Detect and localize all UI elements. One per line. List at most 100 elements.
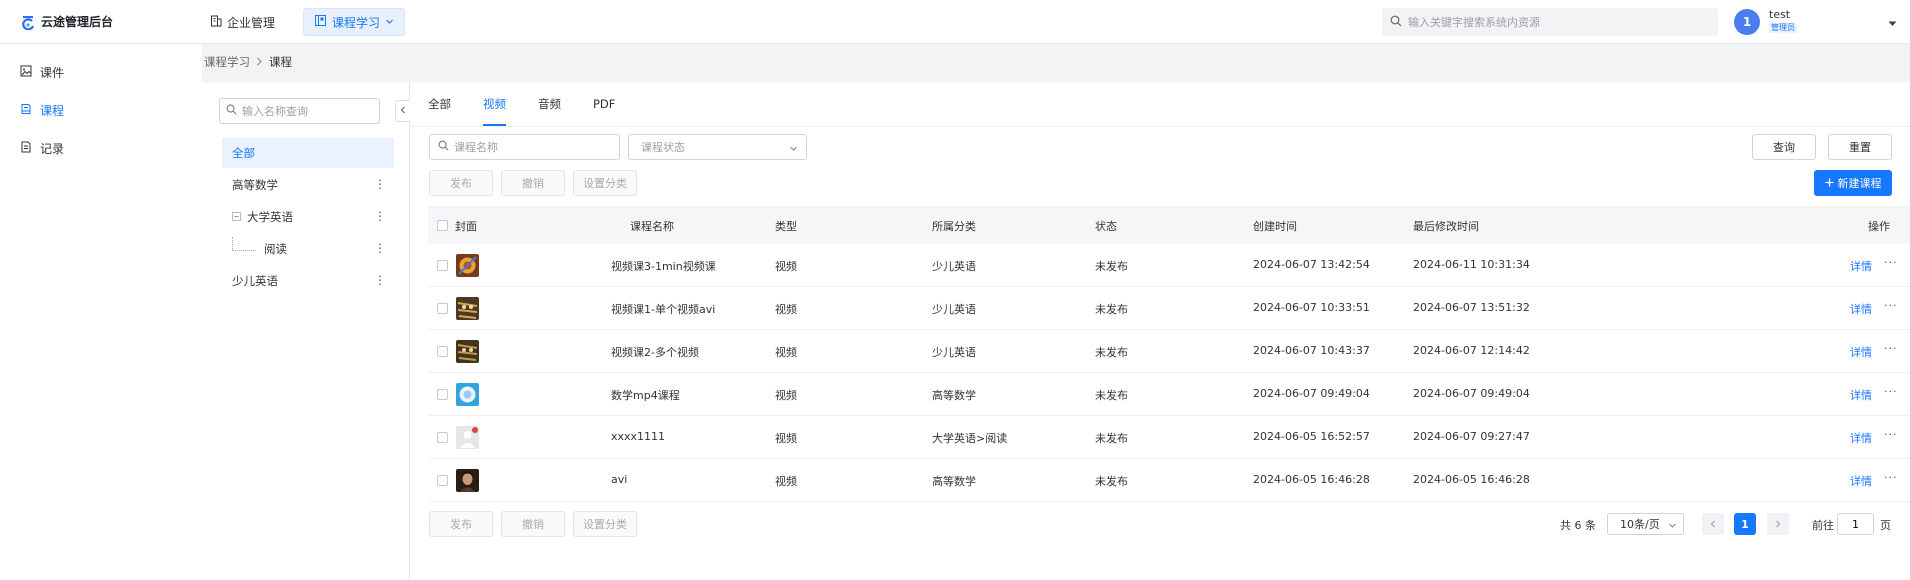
tabs-divider: [410, 126, 1910, 127]
topnav-enterprise[interactable]: 企业管理: [200, 8, 285, 36]
page-number-button[interactable]: 1: [1734, 513, 1756, 535]
cover-thumbnail: [456, 469, 479, 492]
more-actions-icon[interactable]: ···: [1884, 256, 1898, 269]
collapse-panel-button[interactable]: [395, 100, 411, 122]
detail-link[interactable]: 详情: [1850, 301, 1872, 317]
course-name: 视频课1-单个视频avi: [611, 303, 716, 316]
detail-link[interactable]: 详情: [1850, 344, 1872, 360]
sidebar-item-course[interactable]: 课程: [0, 92, 202, 128]
table-row[interactable]: 视频课1-单个视频avi 视频 少儿英语 未发布 2024-06-07 10:3…: [428, 287, 1910, 330]
table-row[interactable]: 视频课2-多个视频 视频 少儿英语 未发布 2024-06-07 10:43:3…: [428, 330, 1910, 373]
breadcrumb-parent[interactable]: 课程学习: [204, 54, 250, 70]
search-icon: [226, 104, 237, 118]
row-checkbox[interactable]: [437, 432, 448, 443]
course-status: 未发布: [1095, 389, 1128, 402]
row-checkbox[interactable]: [437, 389, 448, 400]
tree-item-all[interactable]: 全部: [222, 138, 394, 168]
tree-item-college-english[interactable]: 大学英语 ⋮: [222, 202, 394, 232]
more-vertical-icon[interactable]: ⋮: [374, 210, 386, 222]
course-type: 视频: [775, 303, 797, 316]
publish-button[interactable]: 发布: [429, 170, 493, 196]
category-search-input[interactable]: [242, 104, 372, 118]
course-status-placeholder: 课程状态: [641, 141, 685, 154]
sidebar-item-records[interactable]: 记录: [0, 130, 202, 166]
reset-button[interactable]: 重置: [1828, 134, 1892, 160]
cover-thumbnail: [456, 383, 479, 406]
course-name: 视频课2-多个视频: [611, 346, 699, 359]
category-search[interactable]: [219, 98, 380, 124]
more-vertical-icon[interactable]: ⋮: [374, 242, 386, 254]
more-vertical-icon[interactable]: ⋮: [374, 274, 386, 286]
topnav-course-study-label: 课程学习: [332, 15, 381, 30]
cover-thumbnail: [456, 340, 479, 363]
chevron-left-icon: [400, 106, 406, 117]
row-checkbox[interactable]: [437, 303, 448, 314]
tab-all[interactable]: 全部: [428, 82, 451, 126]
avatar[interactable]: 1: [1734, 9, 1760, 35]
table-row[interactable]: 数学mp4课程 视频 高等数学 未发布 2024-06-07 09:49:04 …: [428, 373, 1910, 416]
topnav-course-study[interactable]: 课程学习: [303, 8, 406, 36]
app-logo[interactable]: 云途管理后台: [20, 13, 113, 30]
course-type: 视频: [775, 260, 797, 273]
tree-item-label: 阅读: [264, 242, 287, 256]
caret-down-icon[interactable]: [1888, 16, 1897, 30]
course-name-filter[interactable]: [429, 134, 620, 160]
row-checkbox[interactable]: [437, 346, 448, 357]
detail-link[interactable]: 详情: [1850, 473, 1872, 489]
table-row[interactable]: xxxx1111 视频 大学英语>阅读 未发布 2024-06-05 16:52…: [428, 416, 1910, 459]
revoke-button-bottom[interactable]: 撤销: [501, 511, 565, 537]
goto-page-input[interactable]: [1837, 513, 1874, 535]
created-time: 2024-06-07 09:49:04: [1253, 387, 1370, 400]
more-actions-icon[interactable]: ···: [1884, 385, 1898, 398]
app-title: 云途管理后台: [41, 15, 114, 29]
tab-video[interactable]: 视频: [483, 82, 506, 126]
cover-thumbnail: [456, 254, 479, 277]
more-actions-icon[interactable]: ···: [1884, 471, 1898, 484]
course-name: 视频课3-1min视频课: [611, 260, 716, 273]
detail-link[interactable]: 详情: [1850, 387, 1872, 403]
set-category-button-bottom[interactable]: 设置分类: [573, 511, 637, 537]
more-actions-icon[interactable]: ···: [1884, 428, 1898, 441]
detail-link[interactable]: 详情: [1850, 258, 1872, 274]
course-type: 视频: [775, 432, 797, 445]
course-name-input[interactable]: [454, 140, 614, 154]
course-type: 视频: [775, 389, 797, 402]
new-course-button[interactable]: 新建课程: [1814, 170, 1892, 196]
next-page-button[interactable]: [1767, 513, 1789, 535]
row-checkbox[interactable]: [437, 475, 448, 486]
table-row[interactable]: 视频课3-1min视频课 视频 少儿英语 未发布 2024-06-07 13:4…: [428, 244, 1910, 287]
prev-page-button[interactable]: [1702, 513, 1724, 535]
user-name[interactable]: test: [1769, 8, 1790, 21]
page-size-select[interactable]: 10条/页: [1607, 513, 1684, 535]
sidebar-item-label: 课件: [40, 65, 65, 80]
detail-link[interactable]: 详情: [1850, 430, 1872, 446]
tab-pdf[interactable]: PDF: [593, 82, 615, 126]
table-row[interactable]: avi 视频 高等数学 未发布 2024-06-05 16:46:28 2024…: [428, 459, 1910, 502]
course-status-select[interactable]: 课程状态: [628, 134, 807, 160]
set-category-button[interactable]: 设置分类: [573, 170, 637, 196]
course-status: 未发布: [1095, 432, 1128, 445]
course-category: 高等数学: [932, 389, 976, 402]
tree-item-reading[interactable]: 阅读 ⋮: [222, 234, 394, 264]
more-actions-icon[interactable]: ···: [1884, 299, 1898, 312]
revoke-button[interactable]: 撤销: [501, 170, 565, 196]
tree-item-kids-english[interactable]: 少儿英语 ⋮: [222, 266, 394, 296]
header-type: 类型: [775, 220, 797, 233]
publish-button-bottom[interactable]: 发布: [429, 511, 493, 537]
sidebar-item-courseware[interactable]: 课件: [0, 54, 202, 90]
new-course-label: 新建课程: [1837, 177, 1882, 190]
global-search[interactable]: [1382, 8, 1718, 36]
more-vertical-icon[interactable]: ⋮: [374, 178, 386, 190]
row-checkbox[interactable]: [437, 260, 448, 271]
tree-item-advanced-math[interactable]: 高等数学 ⋮: [222, 170, 394, 200]
main-content: 全部 视频 音频 PDF 课程状态 查询 重置 发布 撤销 设置分类 新建课程 …: [410, 82, 1910, 580]
collapse-tree-icon[interactable]: [232, 210, 241, 224]
tab-audio[interactable]: 音频: [538, 82, 561, 126]
select-all-checkbox[interactable]: [437, 220, 448, 231]
query-button[interactable]: 查询: [1752, 134, 1816, 160]
more-actions-icon[interactable]: ···: [1884, 342, 1898, 355]
course-icon: [20, 103, 32, 118]
type-tabs: 全部 视频 音频 PDF: [428, 82, 647, 126]
global-search-input[interactable]: [1408, 15, 1708, 29]
sidebar-item-label: 课程: [40, 103, 65, 118]
